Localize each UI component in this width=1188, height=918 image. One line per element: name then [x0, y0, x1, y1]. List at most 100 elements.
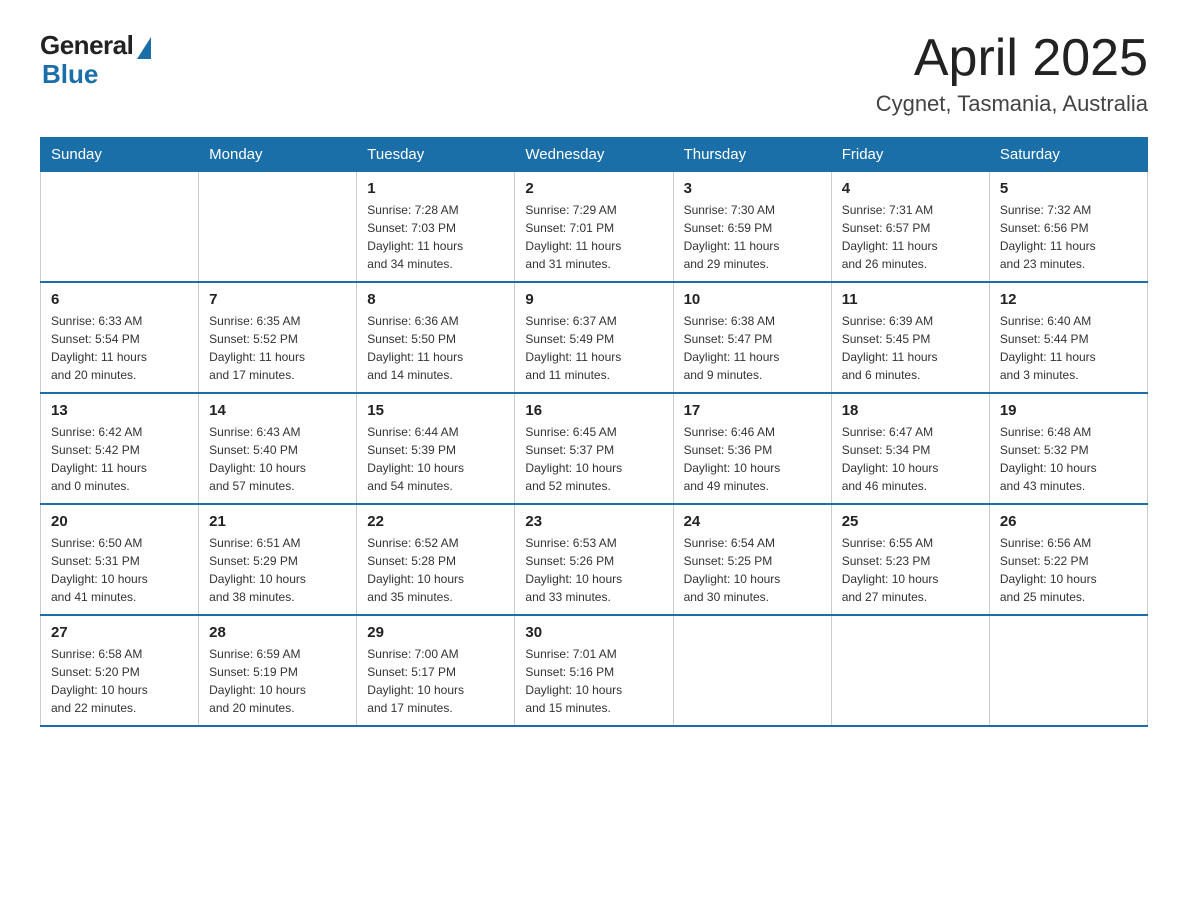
calendar-cell: 9Sunrise: 6:37 AMSunset: 5:49 PMDaylight…: [515, 282, 673, 393]
calendar-cell: 28 Sunrise: 6:59 AMSunset: 5:19 PMDayligh…: [199, 615, 357, 726]
calendar-cell: 13 Sunrise: 6:42 AMSunset: 5:42 PMDayligh…: [41, 393, 199, 504]
day-number: 22: [367, 513, 504, 530]
calendar-cell: [831, 615, 989, 726]
day-number: 24: [684, 513, 821, 530]
calendar-cell: 25Sunrise: 6:55 AMSunset: 5:23 PMDayligh…: [831, 504, 989, 615]
calendar-week-1: 1 Sunrise: 7:28 AMSunset: 7:03 PMDaylight…: [41, 172, 1148, 283]
day-info: Sunrise: 7:28 AMSunset: 7:03 PMDaylight:…: [367, 201, 504, 273]
calendar-cell: 11 Sunrise: 6:39 AMSunset: 5:45 PMDayligh…: [831, 282, 989, 393]
day-number: 21: [209, 513, 346, 530]
day-number: 2: [525, 180, 662, 197]
day-number: 19: [1000, 402, 1137, 419]
calendar-cell: 30 Sunrise: 7:01 AMSunset: 5:16 PMDayligh…: [515, 615, 673, 726]
day-info: Sunrise: 6:43 AMSunset: 5:40 PMDaylight:…: [209, 423, 346, 495]
calendar-title: April 2025: [876, 30, 1148, 87]
calendar-cell: 24Sunrise: 6:54 AMSunset: 5:25 PMDayligh…: [673, 504, 831, 615]
day-info: Sunrise: 6:35 AMSunset: 5:52 PMDaylight:…: [209, 312, 346, 384]
calendar-cell: 5Sunrise: 7:32 AMSunset: 6:56 PMDaylight…: [989, 172, 1147, 283]
day-number: 1: [367, 180, 504, 197]
logo-blue-text: Blue: [42, 59, 98, 90]
day-number: 23: [525, 513, 662, 530]
header-sunday: Sunday: [41, 138, 199, 172]
day-number: 30: [525, 624, 662, 641]
calendar-cell: 10 Sunrise: 6:38 AMSunset: 5:47 PMDayligh…: [673, 282, 831, 393]
calendar-cell: 15Sunrise: 6:44 AMSunset: 5:39 PMDayligh…: [357, 393, 515, 504]
header-friday: Friday: [831, 138, 989, 172]
calendar-cell: 29 Sunrise: 7:00 AMSunset: 5:17 PMDayligh…: [357, 615, 515, 726]
calendar-cell: 27 Sunrise: 6:58 AMSunset: 5:20 PMDayligh…: [41, 615, 199, 726]
day-info: Sunrise: 6:46 AMSunset: 5:36 PMDaylight:…: [684, 423, 821, 495]
day-info: Sunrise: 6:50 AMSunset: 5:31 PMDaylight:…: [51, 534, 188, 606]
day-info: Sunrise: 6:56 AMSunset: 5:22 PMDaylight:…: [1000, 534, 1137, 606]
day-info: Sunrise: 6:48 AMSunset: 5:32 PMDaylight:…: [1000, 423, 1137, 495]
day-number: 8: [367, 291, 504, 308]
day-info: Sunrise: 6:47 AMSunset: 5:34 PMDaylight:…: [842, 423, 979, 495]
page-header: General Blue April 2025 Cygnet, Tasmania…: [40, 30, 1148, 117]
day-info: Sunrise: 6:55 AMSunset: 5:23 PMDaylight:…: [842, 534, 979, 606]
day-info: Sunrise: 6:39 AMSunset: 5:45 PMDaylight:…: [842, 312, 979, 384]
day-number: 17: [684, 402, 821, 419]
day-number: 18: [842, 402, 979, 419]
day-number: 11: [842, 291, 979, 308]
title-block: April 2025 Cygnet, Tasmania, Australia: [876, 30, 1148, 117]
calendar-table: SundayMondayTuesdayWednesdayThursdayFrid…: [40, 137, 1148, 727]
calendar-cell: 20 Sunrise: 6:50 AMSunset: 5:31 PMDayligh…: [41, 504, 199, 615]
calendar-week-5: 27 Sunrise: 6:58 AMSunset: 5:20 PMDayligh…: [41, 615, 1148, 726]
calendar-cell: 7 Sunrise: 6:35 AMSunset: 5:52 PMDaylight…: [199, 282, 357, 393]
calendar-cell: 12 Sunrise: 6:40 AMSunset: 5:44 PMDayligh…: [989, 282, 1147, 393]
calendar-cell: 23 Sunrise: 6:53 AMSunset: 5:26 PMDayligh…: [515, 504, 673, 615]
day-info: Sunrise: 6:59 AMSunset: 5:19 PMDaylight:…: [209, 645, 346, 717]
day-info: Sunrise: 6:38 AMSunset: 5:47 PMDaylight:…: [684, 312, 821, 384]
day-info: Sunrise: 7:00 AMSunset: 5:17 PMDaylight:…: [367, 645, 504, 717]
logo: General Blue: [40, 30, 151, 90]
header-monday: Monday: [199, 138, 357, 172]
calendar-cell: 19 Sunrise: 6:48 AMSunset: 5:32 PMDayligh…: [989, 393, 1147, 504]
day-info: Sunrise: 7:32 AMSunset: 6:56 PMDaylight:…: [1000, 201, 1137, 273]
calendar-cell: 1 Sunrise: 7:28 AMSunset: 7:03 PMDaylight…: [357, 172, 515, 283]
header-wednesday: Wednesday: [515, 138, 673, 172]
day-info: Sunrise: 6:40 AMSunset: 5:44 PMDaylight:…: [1000, 312, 1137, 384]
day-info: Sunrise: 7:31 AMSunset: 6:57 PMDaylight:…: [842, 201, 979, 273]
calendar-cell: 3Sunrise: 7:30 AMSunset: 6:59 PMDaylight…: [673, 172, 831, 283]
calendar-week-4: 20 Sunrise: 6:50 AMSunset: 5:31 PMDayligh…: [41, 504, 1148, 615]
calendar-header-row: SundayMondayTuesdayWednesdayThursdayFrid…: [41, 138, 1148, 172]
header-saturday: Saturday: [989, 138, 1147, 172]
logo-triangle-icon: [137, 37, 151, 59]
day-info: Sunrise: 6:36 AMSunset: 5:50 PMDaylight:…: [367, 312, 504, 384]
day-number: 4: [842, 180, 979, 197]
calendar-cell: 2 Sunrise: 7:29 AMSunset: 7:01 PMDaylight…: [515, 172, 673, 283]
calendar-week-3: 13 Sunrise: 6:42 AMSunset: 5:42 PMDayligh…: [41, 393, 1148, 504]
calendar-cell: 22 Sunrise: 6:52 AMSunset: 5:28 PMDayligh…: [357, 504, 515, 615]
day-number: 15: [367, 402, 504, 419]
day-number: 27: [51, 624, 188, 641]
calendar-cell: 6Sunrise: 6:33 AMSunset: 5:54 PMDaylight…: [41, 282, 199, 393]
day-number: 28: [209, 624, 346, 641]
day-number: 16: [525, 402, 662, 419]
calendar-cell: 14 Sunrise: 6:43 AMSunset: 5:40 PMDayligh…: [199, 393, 357, 504]
day-info: Sunrise: 6:52 AMSunset: 5:28 PMDaylight:…: [367, 534, 504, 606]
day-number: 20: [51, 513, 188, 530]
day-info: Sunrise: 6:37 AMSunset: 5:49 PMDaylight:…: [525, 312, 662, 384]
calendar-cell: 17 Sunrise: 6:46 AMSunset: 5:36 PMDayligh…: [673, 393, 831, 504]
day-info: Sunrise: 7:29 AMSunset: 7:01 PMDaylight:…: [525, 201, 662, 273]
header-tuesday: Tuesday: [357, 138, 515, 172]
logo-general-text: General: [40, 30, 133, 61]
day-number: 14: [209, 402, 346, 419]
calendar-week-2: 6Sunrise: 6:33 AMSunset: 5:54 PMDaylight…: [41, 282, 1148, 393]
day-number: 12: [1000, 291, 1137, 308]
calendar-cell: [673, 615, 831, 726]
day-info: Sunrise: 6:42 AMSunset: 5:42 PMDaylight:…: [51, 423, 188, 495]
day-info: Sunrise: 6:58 AMSunset: 5:20 PMDaylight:…: [51, 645, 188, 717]
day-number: 10: [684, 291, 821, 308]
calendar-cell: [41, 172, 199, 283]
day-number: 7: [209, 291, 346, 308]
day-number: 29: [367, 624, 504, 641]
calendar-subtitle: Cygnet, Tasmania, Australia: [876, 91, 1148, 117]
day-info: Sunrise: 6:53 AMSunset: 5:26 PMDaylight:…: [525, 534, 662, 606]
day-number: 13: [51, 402, 188, 419]
day-info: Sunrise: 6:51 AMSunset: 5:29 PMDaylight:…: [209, 534, 346, 606]
day-info: Sunrise: 7:01 AMSunset: 5:16 PMDaylight:…: [525, 645, 662, 717]
calendar-cell: 21 Sunrise: 6:51 AMSunset: 5:29 PMDayligh…: [199, 504, 357, 615]
header-thursday: Thursday: [673, 138, 831, 172]
day-number: 26: [1000, 513, 1137, 530]
